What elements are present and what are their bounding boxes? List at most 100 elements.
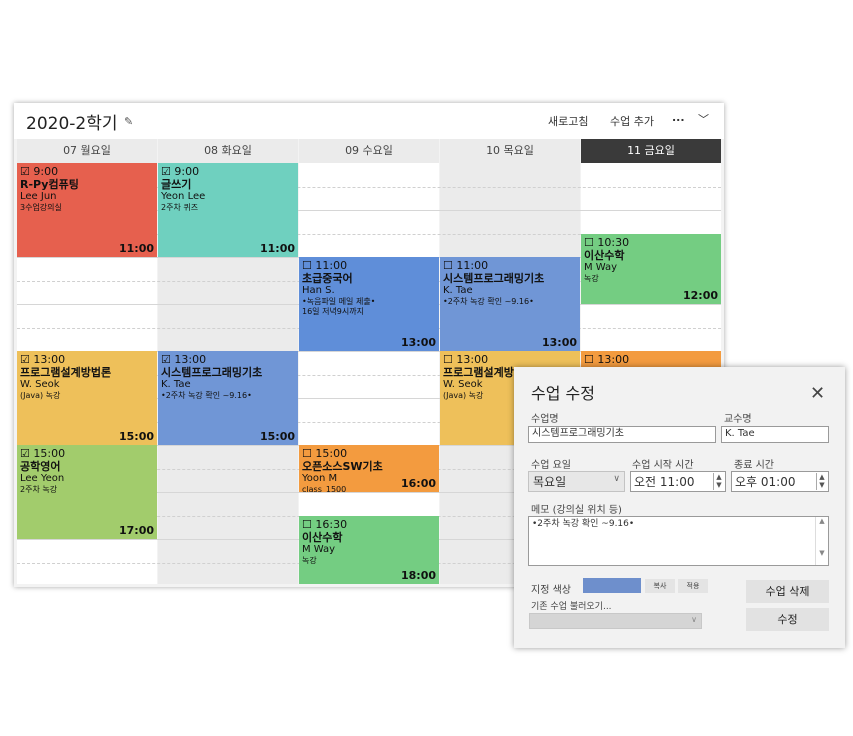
event-class-name: 시스템프로그래밍기초: [443, 272, 545, 285]
checkbox-icon[interactable]: ☐: [443, 259, 453, 272]
chevron-down-icon: ∨: [613, 474, 620, 484]
event-start: ☐ 11:00: [302, 259, 436, 272]
checkbox-icon[interactable]: ☑: [20, 353, 30, 366]
event-class-name: 글쓰기: [161, 178, 192, 191]
event-start: ☐ 11:00: [443, 259, 577, 272]
pencil-icon[interactable]: ✎: [124, 115, 133, 128]
start-time-field[interactable]: 오전 11:00 ▲ ▼: [630, 471, 726, 492]
day-header-3[interactable]: 09 수요일: [299, 139, 439, 163]
checkbox-icon[interactable]: ☐: [584, 353, 594, 366]
professor-label: 교수명: [724, 414, 752, 425]
event-end-time: 15:00: [259, 430, 295, 443]
memo-textarea[interactable]: •2주차 녹강 확인 ~9.16• ▲ ▼: [528, 516, 829, 566]
professor-field[interactable]: K. Tae: [721, 426, 829, 443]
checkbox-icon[interactable]: ☑: [161, 353, 171, 366]
checkbox-icon[interactable]: ☐: [443, 353, 453, 366]
event-end-time: 17:00: [118, 524, 154, 537]
event-class-name: 오픈소스SW기초: [302, 460, 383, 473]
event-note: 녹강: [302, 555, 317, 565]
day-header-1[interactable]: 07 월요일: [17, 139, 157, 163]
class-event[interactable]: ☐ 16:30 이산수학 M Way 녹강 18:00: [299, 515, 439, 584]
event-note: •2주차 녹강 확인 ~9.16•: [161, 391, 252, 400]
checkbox-icon[interactable]: ☑: [20, 165, 30, 178]
modify-button[interactable]: 수정: [746, 608, 829, 631]
event-note: 2주차 퀴즈: [161, 203, 199, 212]
event-start: ☐ 13:00: [443, 353, 577, 366]
event-professor: K. Tae: [161, 379, 191, 390]
event-professor: M Way: [302, 543, 336, 555]
event-start: ☐ 15:00: [302, 447, 436, 460]
color-swatch[interactable]: [583, 578, 641, 593]
day-select[interactable]: 목요일 ∨: [528, 471, 625, 492]
class-name-field[interactable]: 시스템프로그래밍기초: [528, 426, 716, 443]
day-select-value: 목요일: [533, 475, 567, 489]
add-class-button[interactable]: 수업 추가: [610, 113, 654, 129]
event-professor: Lee Yeon: [20, 473, 65, 484]
end-time-field[interactable]: 오후 01:00 ▲ ▼: [731, 471, 829, 492]
refresh-button[interactable]: 새로고침: [548, 113, 588, 129]
event-end-time: 12:00: [682, 289, 718, 302]
copy-color-button[interactable]: 복사: [645, 579, 675, 593]
event-start: ☑ 15:00: [20, 447, 154, 460]
checkbox-icon[interactable]: ☐: [302, 259, 312, 272]
event-professor: Lee Jun: [20, 191, 57, 202]
scrollbar[interactable]: ▲ ▼: [815, 517, 828, 565]
spinner-arrows-icon[interactable]: ▲ ▼: [713, 473, 724, 490]
event-start-time: 16:30: [315, 517, 348, 531]
event-start-time: 13:00: [456, 353, 489, 366]
class-event[interactable]: ☑ 13:00 시스템프로그래밍기초 K. Tae •2주차 녹강 확인 ~9.16•…: [158, 351, 298, 445]
event-end-time: 13:00: [400, 336, 436, 349]
checkbox-icon[interactable]: ☐: [302, 447, 312, 460]
day-header-5[interactable]: 11 금요일: [581, 139, 721, 163]
event-class-name: 이산수학: [584, 248, 625, 262]
event-start: ☑ 13:00: [20, 353, 154, 366]
event-end-time: 18:00: [400, 569, 436, 582]
checkbox-icon[interactable]: ☑: [20, 447, 30, 460]
checkbox-icon[interactable]: ☐: [302, 518, 312, 531]
end-time-value: 오후 01:00: [735, 475, 796, 489]
day-header-2[interactable]: 08 화요일: [158, 139, 298, 163]
event-start-time: 15:00: [315, 447, 348, 460]
class-event[interactable]: ☐ 11:00 시스템프로그래밍기초 K. Tae •2주차 녹강 확인 ~9.16•…: [440, 257, 580, 351]
event-start: ☐ 10:30: [584, 236, 718, 249]
event-note: •2주차 녹강 확인 ~9.16•: [443, 297, 534, 306]
event-start-time: 9:00: [33, 165, 59, 178]
import-class-select[interactable]: ∨: [529, 613, 702, 629]
start-time-value: 오전 11:00: [634, 475, 695, 489]
event-note: 녹강: [584, 273, 599, 283]
close-icon[interactable]: ✕: [810, 383, 825, 404]
day-header-row: 07 월요일 08 화요일 09 수요일 10 목요일 11 금요일: [17, 139, 721, 163]
class-event[interactable]: ☐ 10:30 이산수학 M Way 녹강 12:00: [581, 233, 721, 304]
class-event[interactable]: ☐ 15:00오픈소스SW기초Yoon Mclass_1500 PC1실16:0…: [299, 445, 439, 492]
event-start: ☐ 16:30: [302, 518, 436, 531]
event-class-name: R-Py컴퓨팅: [20, 178, 79, 191]
event-class-name: 초급중국어: [302, 272, 353, 285]
event-class-name: 시스템프로그래밍기초: [161, 366, 263, 379]
apply-color-button[interactable]: 적용: [678, 579, 708, 593]
event-start-time: 13:00: [33, 353, 66, 366]
event-end-time: 13:00: [541, 336, 577, 349]
checkbox-icon[interactable]: ☑: [161, 165, 171, 178]
more-button[interactable]: ...: [672, 111, 685, 124]
day-header-4[interactable]: 10 목요일: [440, 139, 580, 163]
class-event[interactable]: ☑ 15:00 공학영어 Lee Yeon 2주차 녹강 17:00: [17, 445, 157, 539]
memo-value: •2주차 녹강 확인 ~9.16•: [532, 519, 635, 529]
event-note: (Java) 녹강: [20, 391, 61, 400]
chevron-down-icon[interactable]: ﹀: [698, 111, 709, 127]
day-label: 수업 요일: [531, 460, 571, 471]
edit-class-dialog: 수업 수정 ✕ 수업명 시스템프로그래밍기초 교수명 K. Tae 수업 요일 …: [514, 367, 845, 648]
checkbox-icon[interactable]: ☐: [584, 236, 594, 249]
end-time-label: 종료 시간: [734, 460, 774, 471]
class-event[interactable]: ☐ 11:00 초급중국어 Han S. •녹음파일 메일 제출• 16일 저녁9시까…: [299, 257, 439, 351]
class-event[interactable]: ☑ 9:00 R-Py컴퓨팅 Lee Jun 3수업강의실 11:00: [17, 163, 157, 257]
event-class-name: 프로그램설계방법론: [20, 366, 112, 379]
import-class-label: 기존 수업 불러오기...: [531, 602, 612, 612]
event-note: 3수업강의실: [20, 203, 62, 212]
event-start: ☑ 9:00: [161, 165, 295, 178]
class-event[interactable]: ☑ 9:00 글쓰기 Yeon Lee 2주차 퀴즈 11:00: [158, 163, 298, 257]
spinner-arrows-icon[interactable]: ▲ ▼: [816, 473, 827, 490]
semester-title[interactable]: 2020-2학기: [26, 109, 118, 134]
class-event[interactable]: ☑ 13:00 프로그램설계방법론 W. Seok (Java) 녹강 15:00: [17, 351, 157, 445]
delete-class-button[interactable]: 수업 삭제: [746, 580, 829, 603]
event-end-time: 15:00: [118, 430, 154, 443]
